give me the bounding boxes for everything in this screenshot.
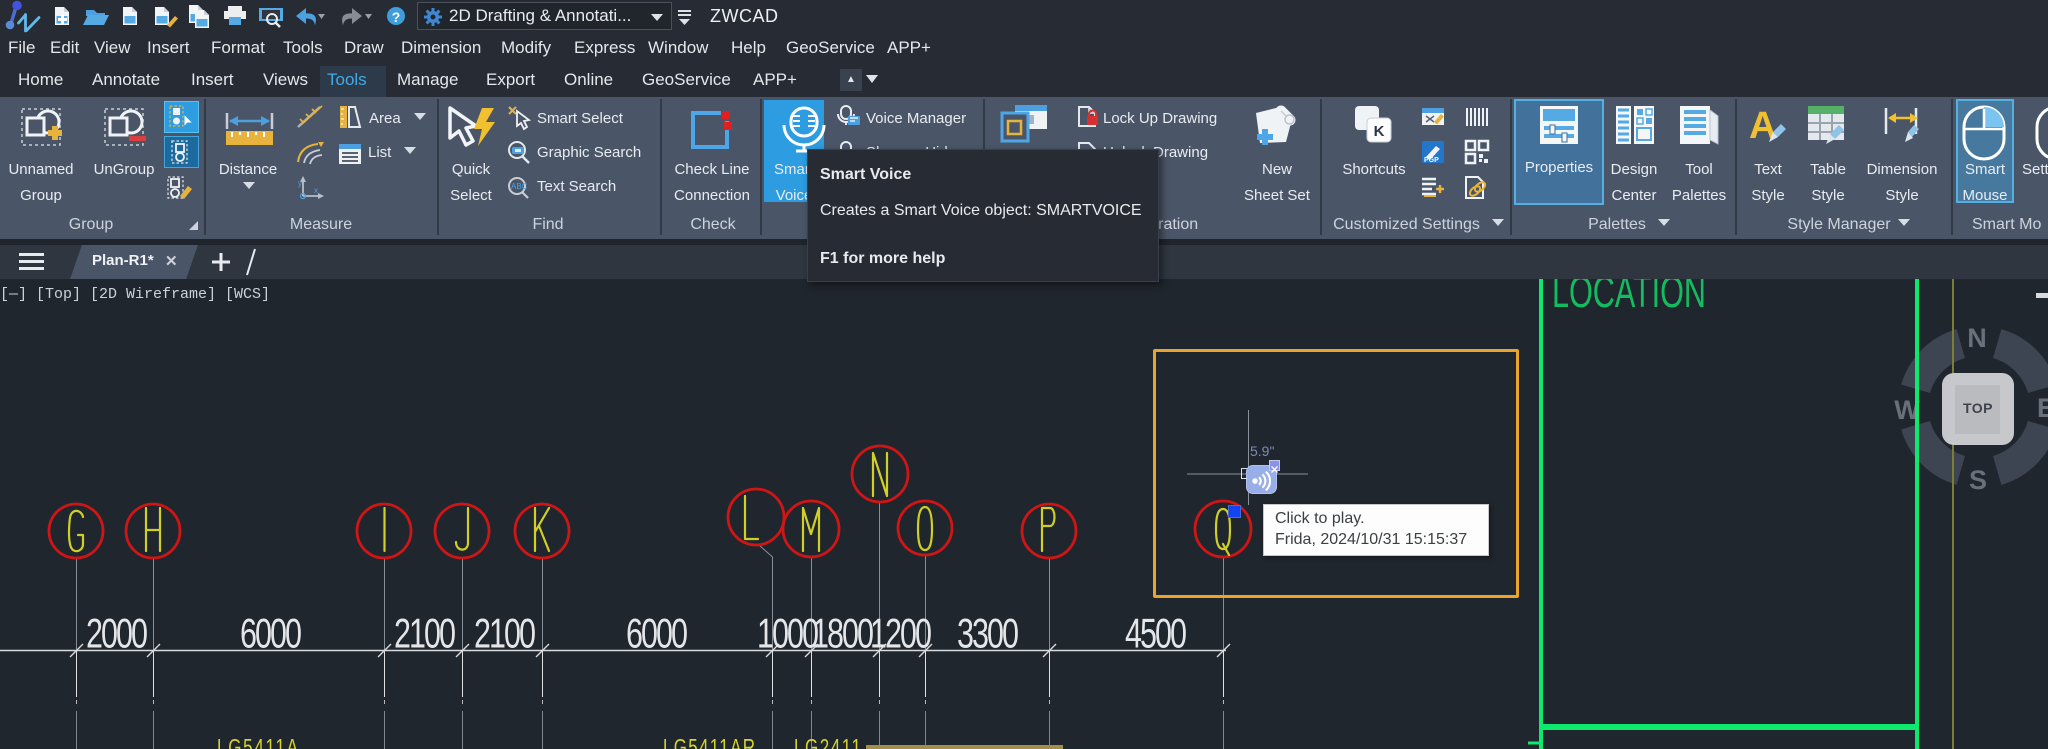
svg-text:A: A	[1749, 105, 1776, 147]
svg-text:1800: 1800	[812, 610, 874, 657]
svg-text:1000: 1000	[757, 610, 819, 657]
svg-text:2000: 2000	[86, 610, 148, 657]
svg-text:6000: 6000	[626, 610, 688, 657]
svg-text:LG5411A: LG5411A	[217, 736, 298, 749]
svg-text:[—] [Top] [2D Wireframe] [WCS]: [—] [Top] [2D Wireframe] [WCS]	[0, 286, 270, 303]
svg-text:K: K	[1374, 123, 1385, 140]
svg-text:LG5411AR: LG5411AR	[663, 736, 755, 749]
svg-text:?: ?	[392, 9, 401, 25]
svg-text:2100: 2100	[474, 610, 536, 657]
svg-text:ABC: ABC	[511, 182, 528, 191]
svg-text:2100: 2100	[394, 610, 456, 657]
svg-text:LG2411: LG2411	[794, 736, 861, 749]
svg-text:LOCATION: LOCATION	[1552, 279, 1706, 317]
svg-text:N: N	[1967, 323, 1987, 353]
svg-text:S: S	[1969, 465, 1987, 495]
svg-text:y: y	[298, 179, 302, 188]
svg-text:E: E	[2037, 393, 2048, 423]
svg-text:x: x	[314, 186, 318, 195]
svg-text:3300: 3300	[957, 610, 1019, 657]
svg-text:4500: 4500	[1125, 610, 1187, 657]
svg-text:1200: 1200	[870, 610, 932, 657]
svg-text:6000: 6000	[240, 610, 302, 657]
svg-text:PGP: PGP	[1424, 157, 1439, 164]
